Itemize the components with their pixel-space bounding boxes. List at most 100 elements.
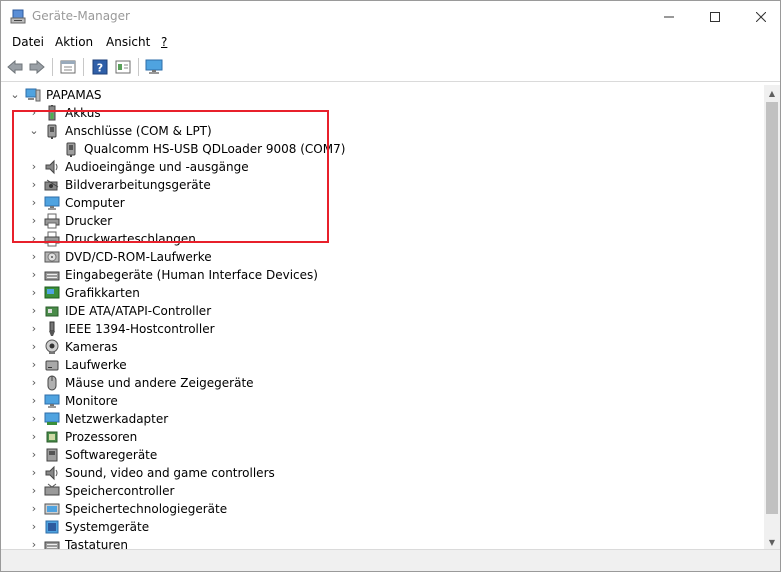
tree-item-dvd-cd-rom-laufwerke[interactable]: › DVD/CD-ROM-Laufwerke bbox=[1, 248, 761, 266]
scan-hardware-button[interactable] bbox=[145, 58, 163, 76]
tree-item-computer[interactable]: › Computer bbox=[1, 194, 761, 212]
chevron-right-icon[interactable]: › bbox=[28, 341, 40, 353]
toolbar-separator bbox=[83, 58, 84, 76]
chevron-down-icon[interactable]: ⌄ bbox=[28, 125, 40, 137]
chevron-right-icon[interactable]: › bbox=[28, 503, 40, 515]
toolbar-separator bbox=[138, 58, 139, 76]
keyboard-icon bbox=[44, 537, 60, 549]
computer-icon bbox=[25, 87, 41, 103]
menu-help[interactable]: ? bbox=[161, 35, 167, 49]
menu-datei[interactable]: Datei bbox=[12, 35, 44, 49]
chevron-down-icon[interactable]: ⌄ bbox=[9, 89, 21, 101]
menu-aktion[interactable]: Aktion bbox=[55, 35, 93, 49]
vertical-scrollbar[interactable]: ▲ ▼ bbox=[764, 85, 780, 550]
chevron-right-icon[interactable]: › bbox=[28, 251, 40, 263]
system-icon bbox=[44, 519, 60, 535]
view-icon bbox=[115, 60, 131, 74]
printer-icon bbox=[44, 231, 60, 247]
properties-button[interactable] bbox=[59, 58, 77, 76]
chevron-up-icon: ▲ bbox=[768, 88, 776, 98]
tree-item-drucker[interactable]: › Drucker bbox=[1, 212, 761, 230]
device-tree[interactable]: ⌄ PAPAMAS › Akkus ⌄ Anschlüsse (COM & LPT) Qua… bbox=[1, 85, 764, 549]
forward-button[interactable] bbox=[28, 58, 46, 76]
monitor-icon bbox=[44, 393, 60, 409]
arrow-right-icon bbox=[29, 60, 45, 74]
status-bar bbox=[1, 550, 780, 571]
chevron-right-icon[interactable]: › bbox=[28, 269, 40, 281]
chevron-right-icon[interactable]: › bbox=[28, 215, 40, 227]
tree-item-qualcomm-hs-usb-qdloader-9008-com7[interactable]: Qualcomm HS-USB QDLoader 9008 (COM7) bbox=[1, 140, 761, 158]
tree-item-monitore[interactable]: › Monitore bbox=[1, 392, 761, 410]
back-button[interactable] bbox=[6, 58, 24, 76]
tree-item-netzwerkadapter[interactable]: › Netzwerkadapter bbox=[1, 410, 761, 428]
chevron-right-icon[interactable]: › bbox=[28, 413, 40, 425]
tree-item-label: IDE ATA/ATAPI-Controller bbox=[65, 304, 212, 318]
chevron-right-icon[interactable]: › bbox=[28, 539, 40, 550]
maximize-button[interactable] bbox=[692, 1, 738, 32]
tree-item-sound-video-and-game-controllers[interactable]: › Sound, video and game controllers bbox=[1, 464, 761, 482]
tree-item-prozessoren[interactable]: › Prozessoren bbox=[1, 428, 761, 446]
chevron-right-icon[interactable]: › bbox=[28, 233, 40, 245]
menu-ansicht[interactable]: Ansicht bbox=[106, 35, 150, 49]
tree-item-label: Systemgeräte bbox=[65, 520, 150, 534]
title-bar[interactable]: Geräte-Manager bbox=[1, 1, 780, 32]
chevron-right-icon[interactable]: › bbox=[28, 107, 40, 119]
tree-item-kameras[interactable]: › Kameras bbox=[1, 338, 761, 356]
tree-item-papamas[interactable]: ⌄ PAPAMAS bbox=[1, 86, 761, 104]
minimize-button[interactable] bbox=[646, 1, 692, 32]
chevron-right-icon[interactable]: › bbox=[28, 161, 40, 173]
tree-item-label: Qualcomm HS-USB QDLoader 9008 (COM7) bbox=[84, 142, 346, 156]
port-icon bbox=[63, 141, 79, 157]
tree-item-audioeingange-und-ausgange[interactable]: › Audioeingänge und -ausgänge bbox=[1, 158, 761, 176]
tree-item-label: DVD/CD-ROM-Laufwerke bbox=[65, 250, 212, 264]
chevron-right-icon[interactable]: › bbox=[28, 449, 40, 461]
tree-item-tastaturen[interactable]: › Tastaturen bbox=[1, 536, 761, 549]
help-icon: ? bbox=[92, 59, 108, 75]
scroll-down-arrow[interactable]: ▼ bbox=[764, 534, 780, 550]
monitor-icon bbox=[145, 59, 163, 74]
tree-item-label: Laufwerke bbox=[65, 358, 127, 372]
tree-item-label: Audioeingänge und -ausgänge bbox=[65, 160, 249, 174]
chevron-right-icon[interactable]: › bbox=[28, 179, 40, 191]
menu-help-label: ? bbox=[161, 35, 168, 49]
chevron-right-icon[interactable]: › bbox=[28, 359, 40, 371]
tree-item-eingabegerate-human-interface-devices[interactable]: › Eingabegeräte (Human Interface Devices) bbox=[1, 266, 761, 284]
tree-item-anschlusse-com-lpt[interactable]: ⌄ Anschlüsse (COM & LPT) bbox=[1, 122, 761, 140]
tree-item-speichertechnologiegerate[interactable]: › Speichertechnologiegeräte bbox=[1, 500, 761, 518]
tree-item-ide-ata-atapi-controller[interactable]: › IDE ATA/ATAPI-Controller bbox=[1, 302, 761, 320]
toolbar: ? bbox=[1, 54, 780, 80]
tree-item-label: Monitore bbox=[65, 394, 118, 408]
scrollbar-thumb[interactable] bbox=[766, 102, 778, 514]
chevron-right-icon[interactable]: › bbox=[28, 377, 40, 389]
tree-item-mause-und-andere-zeigegerate[interactable]: › Mäuse und andere Zeigegeräte bbox=[1, 374, 761, 392]
chevron-right-icon[interactable]: › bbox=[28, 395, 40, 407]
tree-item-label: Mäuse und andere Zeigegeräte bbox=[65, 376, 254, 390]
tree-item-bildverarbeitungsgerate[interactable]: › Bildverarbeitungsgeräte bbox=[1, 176, 761, 194]
chevron-right-icon[interactable]: › bbox=[28, 197, 40, 209]
tree-item-akkus[interactable]: › Akkus bbox=[1, 104, 761, 122]
help-button[interactable]: ? bbox=[91, 58, 109, 76]
chevron-right-icon[interactable]: › bbox=[28, 431, 40, 443]
tree-item-softwaregerate[interactable]: › Softwaregeräte bbox=[1, 446, 761, 464]
view-button[interactable] bbox=[114, 58, 132, 76]
tree-item-laufwerke[interactable]: › Laufwerke bbox=[1, 356, 761, 374]
network-icon bbox=[44, 411, 60, 427]
tree-item-druckwarteschlangen[interactable]: › Druckwarteschlangen bbox=[1, 230, 761, 248]
printer-icon bbox=[44, 213, 60, 229]
scroll-up-arrow[interactable]: ▲ bbox=[764, 85, 780, 101]
tree-item-systemgerate[interactable]: › Systemgeräte bbox=[1, 518, 761, 536]
tree-item-speichercontroller[interactable]: › Speichercontroller bbox=[1, 482, 761, 500]
maximize-icon bbox=[710, 11, 720, 22]
chevron-right-icon[interactable]: › bbox=[28, 323, 40, 335]
minimize-icon bbox=[664, 16, 674, 17]
chevron-right-icon[interactable]: › bbox=[28, 467, 40, 479]
tree-item-grafikkarten[interactable]: › Grafikkarten bbox=[1, 284, 761, 302]
chevron-right-icon[interactable]: › bbox=[28, 287, 40, 299]
chevron-right-icon[interactable]: › bbox=[28, 521, 40, 533]
chevron-right-icon[interactable]: › bbox=[28, 485, 40, 497]
ide-icon bbox=[44, 303, 60, 319]
close-button[interactable] bbox=[738, 1, 780, 32]
tree-item-ieee-1394-hostcontroller[interactable]: › IEEE 1394-Hostcontroller bbox=[1, 320, 761, 338]
software-device-icon bbox=[44, 447, 60, 463]
chevron-right-icon[interactable]: › bbox=[28, 305, 40, 317]
